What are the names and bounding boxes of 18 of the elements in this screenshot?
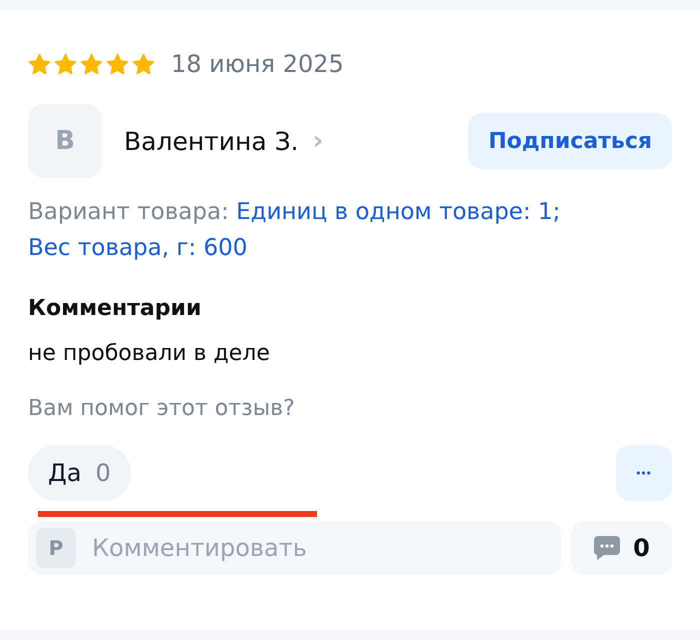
speech-bubble-icon	[593, 535, 622, 561]
comment-text: не пробовали в деле	[28, 341, 271, 366]
comments-count-button[interactable]: 0	[571, 521, 672, 575]
review-date: 18 июня 2025	[171, 50, 344, 78]
star-icon	[54, 52, 77, 76]
more-button[interactable]: •••	[616, 445, 672, 501]
comment-title: Комментарии	[28, 296, 202, 321]
star-icon	[28, 52, 51, 76]
product-variant: Вариант товара: Единиц в одном товаре: 1; Вес товара, г: 600	[28, 198, 562, 263]
star-icon	[106, 52, 129, 76]
user-avatar: Р	[36, 528, 76, 568]
comment-field[interactable]: Комментировать	[90, 533, 553, 563]
subscribe-button[interactable]: Подписаться	[468, 113, 672, 169]
yes-button[interactable]: Да 0	[28, 445, 131, 501]
author-name[interactable]: Валентина З.	[124, 126, 299, 156]
star-icon	[132, 52, 155, 76]
helpful-question: Вам помог этот отзыв?	[28, 396, 296, 421]
star-icon	[80, 52, 103, 76]
